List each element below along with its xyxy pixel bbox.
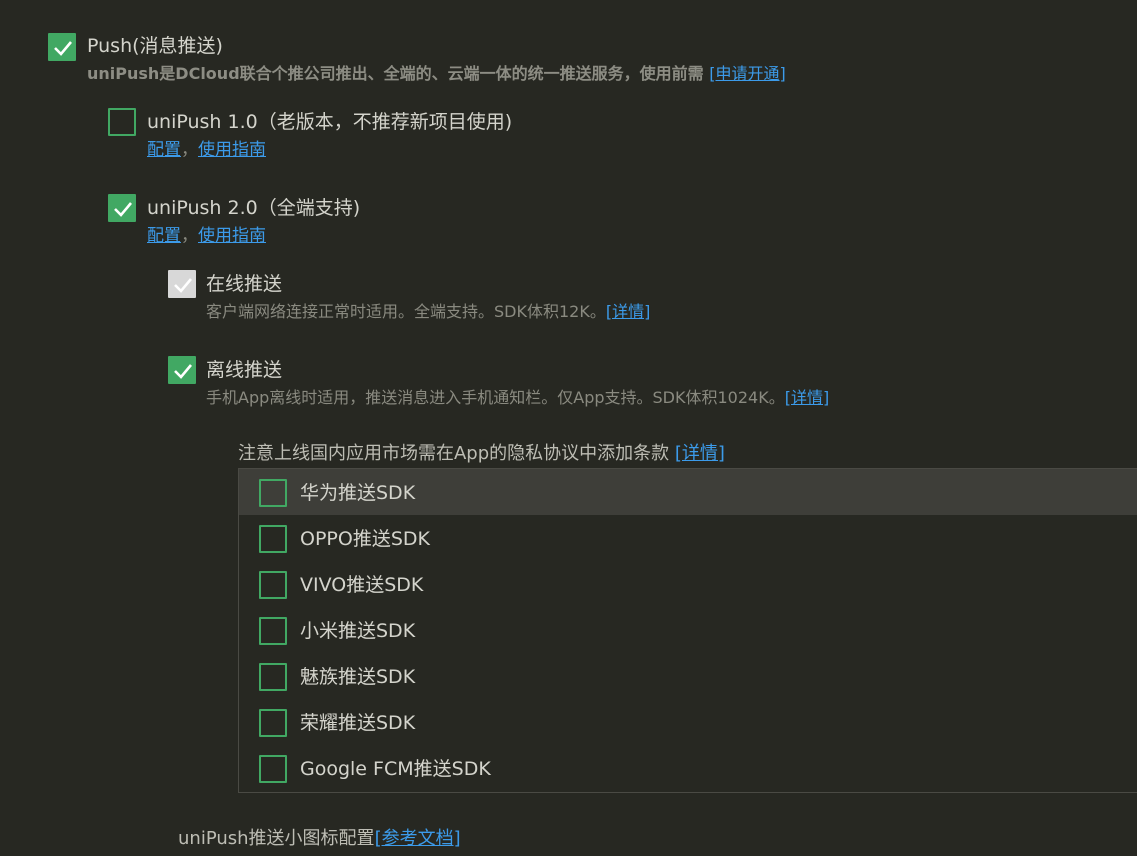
unipush2-config-link[interactable]: 配置: [147, 226, 181, 246]
online-push-checkbox: [168, 270, 196, 298]
vendor-sdk-list: 华为推送SDK OPPO推送SDK VIVO推送SDK 小米推送SDK 魅族推送…: [238, 468, 1137, 793]
sdk-item-vivo[interactable]: VIVO推送SDK: [239, 561, 1137, 607]
push-description-text: uniPush是DCloud联合个推公司推出、全端的、云端一体的统一推送服务，使…: [87, 64, 710, 83]
sdk-item-meizu[interactable]: 魅族推送SDK: [239, 653, 1137, 699]
sdk-item-huawei[interactable]: 华为推送SDK: [239, 469, 1137, 515]
unipush1-checkbox[interactable]: [108, 108, 136, 136]
offline-push-description-text: 手机App离线时适用，推送消息进入手机通知栏。仅App支持。SDK体积1024K…: [206, 388, 785, 407]
push-label: Push(消息推送): [87, 35, 223, 57]
icon-config-note: uniPush推送小图标配置[参考文档]: [178, 829, 461, 849]
push-checkbox[interactable]: [48, 33, 76, 61]
unipush2-guide-link[interactable]: 使用指南: [198, 226, 266, 246]
online-push-description: 客户端网络连接正常时适用。全端支持。SDK体积12K。[详情]: [206, 302, 650, 322]
sdk-label-honor: 荣耀推送SDK: [300, 712, 416, 734]
sdk-item-google-fcm[interactable]: Google FCM推送SDK: [239, 745, 1137, 791]
unipush1-separator: ，: [181, 140, 198, 160]
sdk-checkbox-honor[interactable]: [259, 709, 287, 737]
privacy-note: 注意上线国内应用市场需在App的隐私协议中添加条款 [详情]: [238, 444, 725, 464]
push-description: uniPush是DCloud联合个推公司推出、全端的、云端一体的统一推送服务，使…: [87, 64, 786, 84]
unipush1-label: uniPush 1.0（老版本，不推荐新项目使用): [147, 111, 513, 133]
icon-config-doc-link[interactable]: [参考文档]: [375, 828, 461, 849]
privacy-note-text: 注意上线国内应用市场需在App的隐私协议中添加条款: [238, 443, 675, 464]
icon-config-text: uniPush推送小图标配置: [178, 828, 375, 849]
sdk-item-oppo[interactable]: OPPO推送SDK: [239, 515, 1137, 561]
check-icon: [174, 364, 192, 379]
unipush1-links: 配置，使用指南: [147, 140, 266, 160]
unipush2-links: 配置，使用指南: [147, 226, 266, 246]
sdk-checkbox-oppo[interactable]: [259, 525, 287, 553]
check-icon: [114, 202, 132, 217]
privacy-detail-link[interactable]: [详情]: [675, 443, 725, 464]
offline-push-description: 手机App离线时适用，推送消息进入手机通知栏。仅App支持。SDK体积1024K…: [206, 388, 829, 408]
sdk-label-google-fcm: Google FCM推送SDK: [300, 758, 491, 780]
push-settings-panel: Push(消息推送) uniPush是DCloud联合个推公司推出、全端的、云端…: [0, 0, 1137, 856]
unipush1-guide-link[interactable]: 使用指南: [198, 140, 266, 160]
offline-push-detail-link[interactable]: [详情]: [785, 388, 830, 407]
online-push-label: 在线推送: [206, 273, 283, 295]
check-icon: [54, 41, 72, 56]
sdk-checkbox-huawei[interactable]: [259, 479, 287, 507]
sdk-checkbox-xiaomi[interactable]: [259, 617, 287, 645]
unipush1-config-link[interactable]: 配置: [147, 140, 181, 160]
online-push-detail-link[interactable]: [详情]: [606, 302, 651, 321]
sdk-item-honor[interactable]: 荣耀推送SDK: [239, 699, 1137, 745]
apply-link[interactable]: [申请开通]: [709, 64, 786, 83]
sdk-label-xiaomi: 小米推送SDK: [300, 620, 416, 642]
sdk-label-vivo: VIVO推送SDK: [300, 574, 424, 596]
unipush2-separator: ，: [181, 226, 198, 246]
sdk-label-oppo: OPPO推送SDK: [300, 528, 430, 550]
sdk-item-xiaomi[interactable]: 小米推送SDK: [239, 607, 1137, 653]
sdk-checkbox-google-fcm[interactable]: [259, 755, 287, 783]
online-push-description-text: 客户端网络连接正常时适用。全端支持。SDK体积12K。: [206, 302, 606, 321]
offline-push-label: 离线推送: [206, 359, 283, 381]
sdk-checkbox-vivo[interactable]: [259, 571, 287, 599]
check-icon: [174, 278, 192, 293]
sdk-checkbox-meizu[interactable]: [259, 663, 287, 691]
unipush2-label: uniPush 2.0（全端支持): [147, 197, 361, 219]
offline-push-checkbox[interactable]: [168, 356, 196, 384]
sdk-label-huawei: 华为推送SDK: [300, 482, 416, 504]
unipush2-checkbox[interactable]: [108, 194, 136, 222]
sdk-label-meizu: 魅族推送SDK: [300, 666, 416, 688]
